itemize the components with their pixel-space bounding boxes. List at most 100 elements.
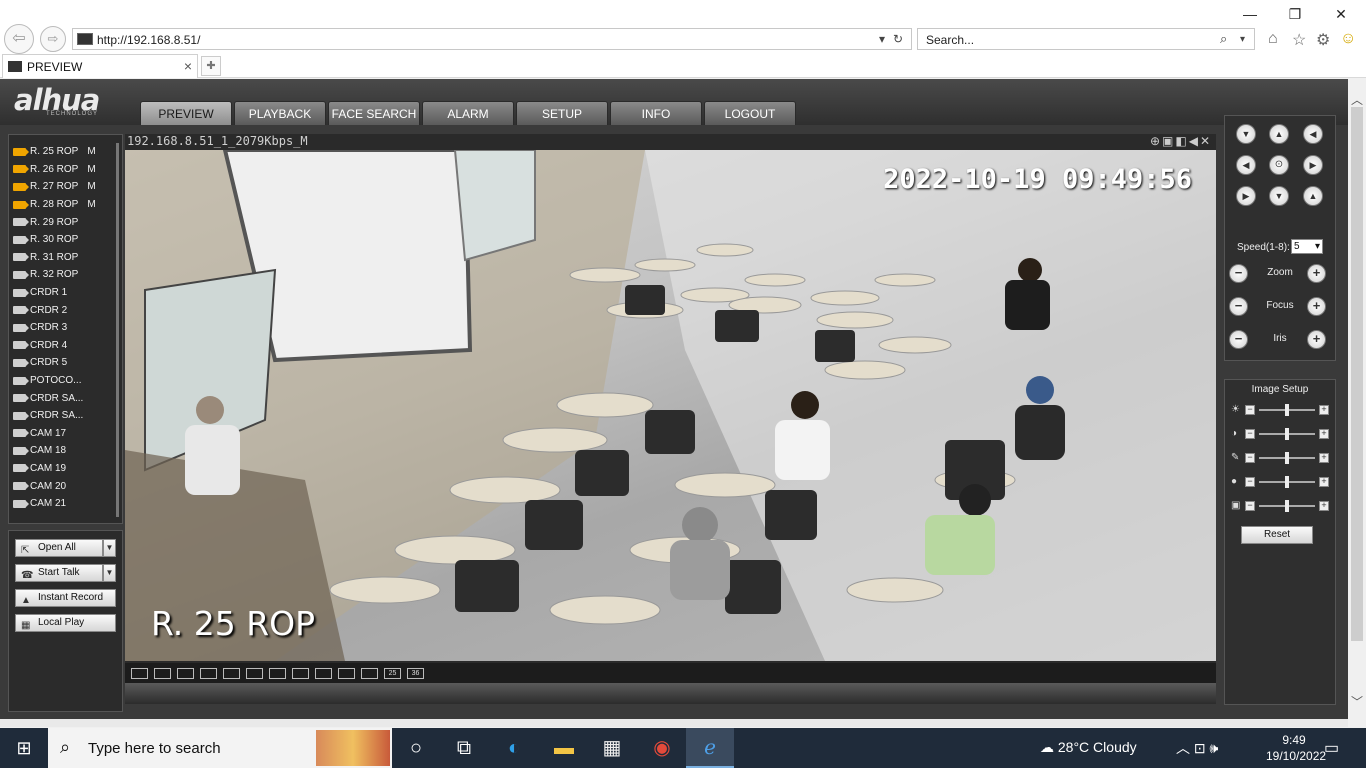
search-dropdown-icon[interactable]: ▾ — [1240, 34, 1245, 45]
slider-increase-button[interactable]: + — [1319, 405, 1329, 415]
back-button[interactable]: ⇦ — [4, 24, 34, 54]
slider-decrease-button[interactable]: − — [1245, 405, 1255, 415]
slider-increase-button[interactable]: + — [1319, 477, 1329, 487]
layout-button[interactable] — [246, 667, 263, 679]
slider-decrease-button[interactable]: − — [1245, 501, 1255, 511]
layout-button[interactable] — [223, 667, 240, 679]
cortana-icon[interactable]: ○ — [392, 728, 440, 768]
address-dropdown-icon[interactable]: ▾ — [879, 32, 885, 46]
layout-button[interactable]: 25 — [384, 667, 401, 679]
ptz-down-left-button[interactable]: ▶ — [1236, 186, 1256, 206]
weather-widget[interactable]: ☁ 28°C Cloudy — [1040, 739, 1137, 756]
ptz-down-right-button[interactable]: ▲ — [1303, 186, 1323, 206]
favorites-star-icon[interactable]: ☆ — [1292, 30, 1306, 50]
taskbar-clock[interactable]: 9:49 19/10/2022 — [1266, 732, 1326, 764]
digital-zoom-icon[interactable]: ⊕ — [1150, 134, 1162, 148]
slider-increase-button[interactable]: + — [1319, 429, 1329, 439]
ptz-left-button[interactable]: ◀ — [1236, 155, 1256, 175]
layout-button[interactable] — [154, 667, 171, 679]
slider-increase-button[interactable]: + — [1319, 501, 1329, 511]
layout-button[interactable] — [338, 667, 355, 679]
close-tab-icon[interactable]: × — [184, 58, 192, 74]
record-icon[interactable]: ◧ — [1175, 134, 1188, 148]
slider-knob[interactable] — [1285, 404, 1289, 416]
internet-explorer-icon[interactable]: ℯ — [686, 728, 734, 768]
start-button[interactable]: ⊞ — [0, 728, 48, 768]
forward-button[interactable]: ⇨ — [40, 26, 66, 52]
camera-list-item[interactable]: CAM 21 — [13, 495, 113, 513]
ptz-down-button[interactable]: ▼ — [1269, 186, 1289, 206]
camera-list-item[interactable]: R. 27 ROP M — [13, 178, 113, 196]
smiley-feedback-icon[interactable]: ☺ — [1340, 30, 1356, 48]
focus-plus-button[interactable]: + — [1307, 297, 1326, 316]
slider-knob[interactable] — [1285, 428, 1289, 440]
camera-list-item[interactable]: CRDR 1 — [13, 284, 113, 302]
taskbar-search[interactable]: ⌕ Type here to search — [48, 728, 392, 768]
scroll-up-icon[interactable]: ︿ — [1351, 91, 1363, 108]
home-icon[interactable]: ⌂ — [1268, 30, 1278, 48]
camera-list-item[interactable]: R. 28 ROP M — [13, 196, 113, 214]
ptz-up-left-button[interactable]: ▼ — [1236, 124, 1256, 144]
close-video-icon[interactable]: ✕ — [1200, 134, 1212, 148]
tray-expand-icon[interactable]: ︿ — [1176, 740, 1190, 756]
slider-knob[interactable] — [1285, 452, 1289, 464]
open-all-button[interactable]: ⇱ Open All — [15, 539, 103, 557]
tab-alarm[interactable]: ALARM — [422, 101, 514, 125]
layout-button[interactable] — [131, 667, 148, 679]
layout-button[interactable] — [292, 667, 309, 679]
tab-setup[interactable]: SETUP — [516, 101, 608, 125]
file-explorer-icon[interactable]: ▬ — [540, 728, 588, 768]
ptz-center-icon[interactable]: ⊙ — [1269, 155, 1289, 175]
camera-list-item[interactable]: CAM 19 — [13, 460, 113, 478]
ptz-up-button[interactable]: ▲ — [1269, 124, 1289, 144]
camera-list-item[interactable]: R. 32 ROP — [13, 266, 113, 284]
volume-icon[interactable]: 🕪 — [1210, 740, 1219, 756]
tab-face-search[interactable]: FACE SEARCH — [328, 101, 420, 125]
camera-list-item[interactable]: R. 30 ROP — [13, 231, 113, 249]
instant-record-button[interactable]: ▲ Instant Record — [15, 589, 116, 607]
chrome-icon[interactable]: ◉ — [638, 728, 686, 768]
camera-list-item[interactable]: POTOCO... — [13, 372, 113, 390]
slider-decrease-button[interactable]: − — [1245, 453, 1255, 463]
browser-search-field[interactable]: Search... ⌕ ▾ — [917, 28, 1255, 50]
camera-list-item[interactable]: R. 26 ROP M — [13, 161, 113, 179]
close-window-button[interactable]: ✕ — [1321, 4, 1361, 24]
camera-list-item[interactable]: CRDR SA... — [13, 389, 113, 407]
ptz-right-button[interactable]: ▶ — [1303, 155, 1323, 175]
scroll-down-icon[interactable]: ﹀ — [1351, 693, 1363, 710]
scroll-thumb[interactable] — [1351, 107, 1363, 641]
local-play-button[interactable]: ▦ Local Play — [15, 614, 116, 632]
store-icon[interactable]: ▦ — [588, 728, 636, 768]
start-talk-button[interactable]: ☎ Start Talk — [15, 564, 103, 582]
task-view-icon[interactable]: ⧉ — [440, 728, 488, 768]
tab-playback[interactable]: PLAYBACK — [234, 101, 326, 125]
camera-list-item[interactable]: R. 25 ROP M — [13, 143, 113, 161]
camera-list-item[interactable]: CAM 20 — [13, 477, 113, 495]
camera-list-item[interactable]: CRDR 3 — [13, 319, 113, 337]
snapshot-icon[interactable]: ▣ — [1162, 134, 1175, 148]
reset-button[interactable]: Reset — [1241, 526, 1313, 544]
search-icon[interactable]: ⌕ — [1220, 31, 1227, 47]
minimize-button[interactable]: — — [1230, 4, 1270, 24]
settings-gear-icon[interactable]: ⚙ — [1316, 30, 1330, 50]
layout-button[interactable] — [269, 667, 286, 679]
camera-list-item[interactable]: R. 31 ROP — [13, 249, 113, 267]
ptz-up-right-button[interactable]: ◀ — [1303, 124, 1323, 144]
layout-button[interactable] — [200, 667, 217, 679]
tab-info[interactable]: INFO — [610, 101, 702, 125]
camera-list-item[interactable]: R. 29 ROP — [13, 213, 113, 231]
layout-button[interactable]: 36 — [407, 667, 424, 679]
open-all-dropdown[interactable]: ▼ — [103, 539, 116, 557]
iris-plus-button[interactable]: + — [1307, 330, 1326, 349]
tab-preview[interactable]: PREVIEW — [140, 101, 232, 125]
edge-icon[interactable]: ◐ — [490, 728, 538, 768]
layout-button[interactable] — [315, 667, 332, 679]
audio-icon[interactable]: ◀ — [1189, 134, 1200, 148]
refresh-icon[interactable]: ↻ — [893, 32, 903, 46]
camera-list-item[interactable]: CRDR SA... — [13, 407, 113, 425]
slider-decrease-button[interactable]: − — [1245, 429, 1255, 439]
address-field[interactable]: http://192.168.8.51/ ▾ ↻ — [72, 28, 912, 50]
camera-list-item[interactable]: CRDR 4 — [13, 337, 113, 355]
camera-list-item[interactable]: CAM 18 — [13, 442, 113, 460]
new-tab-button[interactable]: ✚ — [201, 56, 221, 76]
